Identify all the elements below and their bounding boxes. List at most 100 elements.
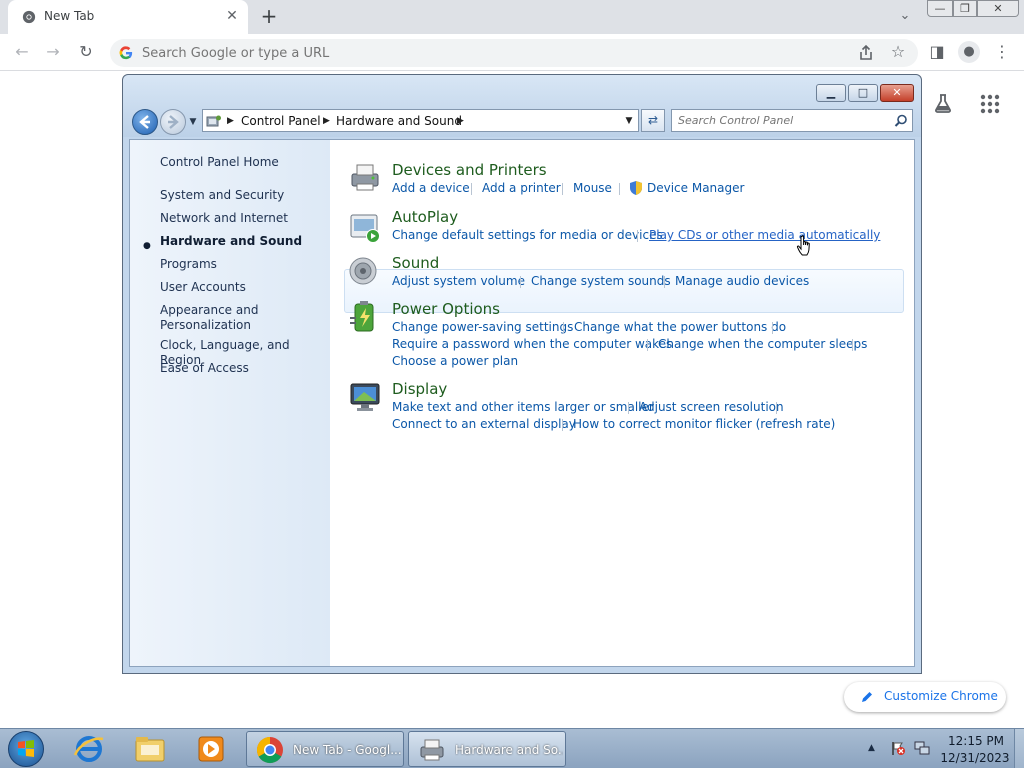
media-player-icon[interactable] <box>194 733 228 765</box>
search-icon[interactable] <box>894 114 908 128</box>
link-change-power-saving-settings[interactable]: Change power-saving settings <box>392 320 573 335</box>
link-separator <box>619 183 620 195</box>
breadcrumb-separator-icon[interactable]: ▶ <box>227 113 234 129</box>
link-connect-external-display[interactable]: Connect to an external display <box>392 417 576 432</box>
nav-system-and-security[interactable]: System and Security <box>160 188 284 203</box>
omnibox[interactable]: ☆ <box>110 39 918 67</box>
windows-taskbar: New Tab - Googl... Hardware and So... ▲ … <box>0 728 1024 768</box>
nav-appearance-line1[interactable]: Appearance and <box>160 303 258 318</box>
cp-main-pane: Devices and Printers Add a device Add a … <box>330 140 914 666</box>
profile-avatar-icon[interactable]: ● <box>958 41 980 63</box>
category-display[interactable]: Display <box>392 380 447 398</box>
link-change-system-sounds[interactable]: Change system sounds <box>531 274 671 289</box>
forward-arrow-icon[interactable]: → <box>43 42 63 62</box>
show-hidden-icons-icon[interactable]: ▲ <box>868 743 875 753</box>
close-icon: ✕ <box>892 86 902 99</box>
clock-date[interactable]: 12/31/2023 <box>940 751 1010 765</box>
nav-network-and-internet[interactable]: Network and Internet <box>160 211 288 226</box>
link-separator <box>776 402 777 414</box>
link-add-a-printer[interactable]: Add a printer <box>482 181 561 196</box>
cp-forward-button[interactable] <box>160 109 186 135</box>
chrome-menu-icon[interactable]: ⋮ <box>992 42 1012 62</box>
taskbar-app-control-panel[interactable]: Hardware and So... <box>408 731 566 767</box>
category-sound[interactable]: Sound <box>392 254 439 272</box>
reload-icon[interactable]: ↻ <box>76 42 96 62</box>
category-power-options[interactable]: Power Options <box>392 300 500 318</box>
link-adjust-system-volume[interactable]: Adjust system volume <box>392 274 525 289</box>
category-autoplay[interactable]: AutoPlay <box>392 208 458 226</box>
cp-back-button[interactable] <box>132 109 158 135</box>
nav-appearance-line2[interactable]: Personalization <box>160 318 251 333</box>
link-change-sleep-time[interactable]: Change when the computer sleeps <box>658 337 867 352</box>
share-icon[interactable] <box>856 43 876 63</box>
cp-close-button[interactable]: ✕ <box>880 84 914 102</box>
tab-search-chevron-icon[interactable]: ⌄ <box>896 8 914 26</box>
nav-ease-of-access[interactable]: Ease of Access <box>160 361 249 376</box>
link-monitor-flicker[interactable]: How to correct monitor flicker (refresh … <box>573 417 835 432</box>
link-adjust-screen-resolution[interactable]: Adjust screen resolution <box>639 400 784 415</box>
battery-plug-icon[interactable] <box>348 300 382 334</box>
link-play-cds-automatically[interactable]: Play CDs or other media automatically <box>649 228 880 243</box>
address-dropdown-icon[interactable]: ▼ <box>623 113 635 129</box>
link-require-password-on-wake[interactable]: Require a password when the computer wak… <box>392 337 672 352</box>
cp-search-box[interactable] <box>671 109 913 132</box>
start-button[interactable] <box>8 731 44 767</box>
bookmark-star-icon[interactable]: ☆ <box>888 42 908 62</box>
link-change-power-buttons[interactable]: Change what the power buttons do <box>574 320 786 335</box>
breadcrumb-separator-icon[interactable]: ▶ <box>323 113 330 129</box>
link-separator <box>852 339 853 351</box>
back-arrow-icon <box>139 115 150 129</box>
cp-search-input[interactable] <box>678 110 886 131</box>
customize-chrome-button[interactable]: Customize Chrome <box>844 682 1006 712</box>
link-change-default-media-settings[interactable]: Change default settings for media or dev… <box>392 228 663 243</box>
uac-shield-icon <box>630 181 642 195</box>
chrome-close-button[interactable]: ✕ <box>977 0 1019 17</box>
link-add-a-device[interactable]: Add a device <box>392 181 470 196</box>
windows-logo-icon <box>18 740 34 757</box>
monitor-icon[interactable] <box>348 380 382 414</box>
nav-control-panel-home[interactable]: Control Panel Home <box>160 155 279 170</box>
back-arrow-icon[interactable]: ← <box>12 42 32 62</box>
breadcrumb-control-panel[interactable]: Control Panel <box>241 113 321 129</box>
clock-time[interactable]: 12:15 PM <box>946 734 1006 748</box>
labs-flask-icon[interactable] <box>932 92 954 114</box>
nav-programs[interactable]: Programs <box>160 257 217 272</box>
internet-explorer-icon[interactable] <box>72 733 106 765</box>
network-icon[interactable] <box>914 740 930 756</box>
cp-minimize-button[interactable]: ▁ <box>816 84 846 102</box>
refresh-button[interactable]: ⇄ <box>641 109 665 132</box>
breadcrumb-separator-icon[interactable]: ▶ <box>457 113 464 129</box>
new-tab-button[interactable]: + <box>258 6 280 28</box>
chrome-restore-button[interactable]: ❐ <box>953 0 977 17</box>
chrome-minimize-button[interactable]: — <box>927 0 953 17</box>
taskbar-app-chrome-label: New Tab - Googl... <box>293 743 401 757</box>
link-make-text-larger[interactable]: Make text and other items larger or smal… <box>392 400 654 415</box>
link-device-manager[interactable]: Device Manager <box>647 181 744 196</box>
taskbar-app-chrome[interactable]: New Tab - Googl... <box>246 731 404 767</box>
tab-new-tab[interactable]: New Tab ✕ <box>8 0 248 34</box>
address-breadcrumb-bar[interactable]: ▶ Control Panel ▶ Hardware and Sound ▶ ▼ <box>202 109 639 132</box>
google-apps-grid-icon[interactable] <box>980 94 1000 114</box>
show-desktop-button[interactable] <box>1014 729 1024 768</box>
breadcrumb-hardware-and-sound[interactable]: Hardware and Sound <box>336 113 462 129</box>
omnibox-input[interactable] <box>142 39 832 67</box>
link-choose-power-plan[interactable]: Choose a power plan <box>392 354 518 369</box>
side-panel-icon[interactable]: ◨ <box>927 42 947 62</box>
action-center-flag-icon[interactable] <box>890 740 906 756</box>
tab-close-icon[interactable]: ✕ <box>224 8 240 24</box>
printer-icon[interactable] <box>348 160 382 194</box>
link-separator <box>520 276 521 288</box>
category-devices-and-printers[interactable]: Devices and Printers <box>392 161 547 179</box>
link-mouse[interactable]: Mouse <box>573 181 612 196</box>
forward-arrow-icon <box>168 115 179 129</box>
link-manage-audio-devices[interactable]: Manage audio devices <box>675 274 809 289</box>
link-separator <box>562 183 563 195</box>
chrome-tab-strip: New Tab ✕ + ⌄ — ❐ ✕ <box>0 0 1024 34</box>
recent-pages-chevron-icon[interactable]: ▼ <box>187 115 199 129</box>
nav-user-accounts[interactable]: User Accounts <box>160 280 246 295</box>
file-explorer-folder-icon[interactable] <box>133 733 167 765</box>
speaker-icon[interactable] <box>348 254 382 288</box>
nav-hardware-and-sound: Hardware and Sound <box>160 234 303 248</box>
cp-maximize-button[interactable]: □ <box>848 84 878 102</box>
autoplay-icon[interactable] <box>348 210 382 244</box>
